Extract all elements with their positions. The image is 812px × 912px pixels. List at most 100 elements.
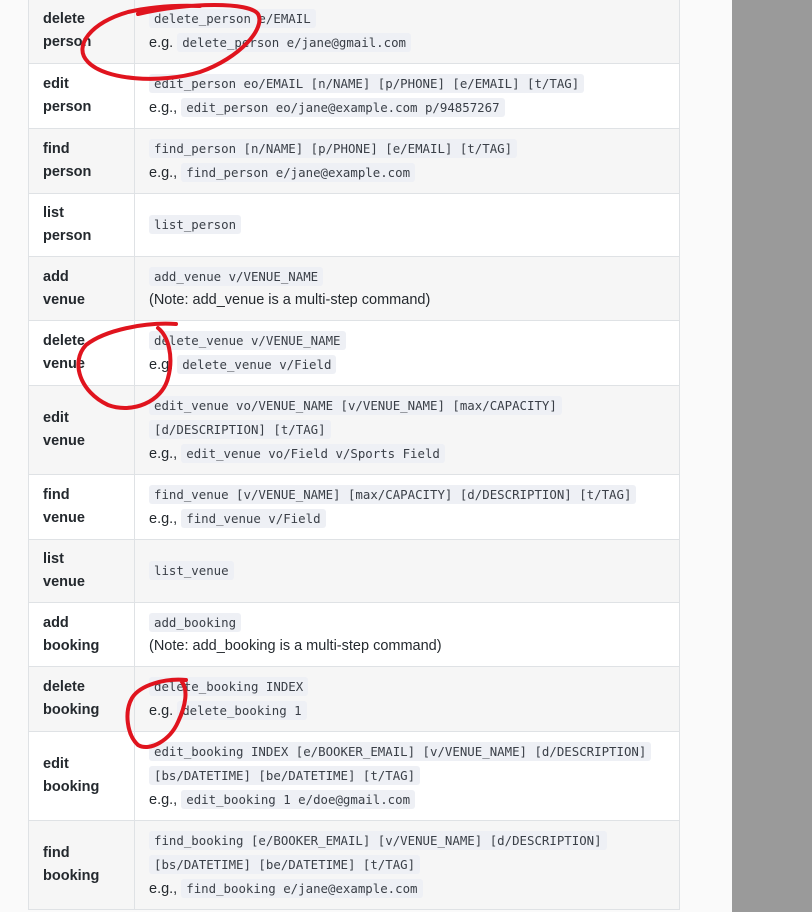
- format-cell: add_booking (Note: add_booking is a multi…: [134, 602, 680, 667]
- action-label: add: [43, 268, 69, 285]
- format-line: edit_person eo/EMAIL [n/NAME] [p/PHONE] …: [149, 72, 669, 96]
- action-cell: delete venue: [28, 320, 135, 386]
- format-cell: edit_booking INDEX [e/BOOKER_EMAIL] [v/V…: [134, 731, 680, 821]
- format-line: find_venue [v/VENUE_NAME] [max/CAPACITY]…: [149, 483, 669, 507]
- example-line: e.g. delete_person e/jane@gmail.com: [149, 31, 669, 55]
- table-row: delete booking delete_booking INDEX e.g. de…: [28, 666, 680, 732]
- action-cell: list person: [28, 193, 135, 257]
- command-format-code: edit_person eo/EMAIL [n/NAME] [p/PHONE] …: [149, 74, 585, 93]
- format-cell: list_venue: [134, 539, 680, 603]
- action-label: booking: [43, 702, 100, 718]
- table-row: list venue list_venue: [28, 539, 680, 603]
- command-format-code: find_person [n/NAME] [p/PHONE] [e/EMAIL]…: [149, 139, 518, 158]
- format-line: [d/DESCRIPTION] [t/TAG]: [149, 418, 669, 442]
- command-format-code: add_booking: [149, 613, 242, 632]
- format-line: edit_booking INDEX [e/BOOKER_EMAIL] [v/V…: [149, 740, 669, 764]
- command-format-code: find_booking [e/BOOKER_EMAIL] [v/VENUE_N…: [149, 831, 607, 850]
- command-format-code: find_venue [v/VENUE_NAME] [max/CAPACITY]…: [149, 485, 637, 504]
- table-row: list person list_person: [28, 193, 680, 257]
- format-line: list_venue: [149, 559, 669, 583]
- action-cell: delete person: [28, 0, 135, 64]
- action-label: add: [43, 614, 69, 631]
- table-row: add venue add_venue v/VENUE_NAME (Note: add…: [28, 256, 680, 321]
- format-line: [bs/DATETIME] [be/DATETIME] [t/TAG]: [149, 764, 669, 788]
- action-label: person: [43, 228, 92, 244]
- table-row: delete venue delete_venue v/VENUE_NAME e.g.…: [28, 320, 680, 386]
- command-format-code: edit_venue vo/VENUE_NAME [v/VENUE_NAME] …: [149, 396, 562, 415]
- action-label: booking: [43, 868, 100, 884]
- action-label: list: [43, 205, 64, 221]
- format-line: [bs/DATETIME] [be/DATETIME] [t/TAG]: [149, 853, 669, 877]
- action-cell: find booking: [28, 820, 135, 910]
- scroll-gutter: [732, 0, 812, 912]
- command-format-code: list_person: [149, 215, 242, 234]
- table-row: add booking add_booking (Note: add_booking …: [28, 602, 680, 667]
- example-line: e.g., edit_booking 1 e/doe@gmail.com: [149, 788, 669, 812]
- command-format-code: [d/DESCRIPTION] [t/TAG]: [149, 420, 331, 439]
- example-code: find_venue v/Field: [181, 509, 326, 528]
- action-cell: delete booking: [28, 666, 135, 732]
- action-label: venue: [43, 356, 85, 372]
- format-line: delete_person e/EMAIL: [149, 7, 669, 31]
- format-line: delete_venue v/VENUE_NAME: [149, 329, 669, 353]
- action-cell: find venue: [28, 474, 135, 540]
- action-label: delete: [43, 333, 85, 349]
- format-cell: add_venue v/VENUE_NAME (Note: add_venue i…: [134, 256, 680, 321]
- table-row: find venue find_venue [v/VENUE_NAME] [max/…: [28, 474, 680, 540]
- example-code: delete_venue v/Field: [177, 355, 337, 374]
- action-label: venue: [43, 291, 85, 308]
- action-label: venue: [43, 510, 85, 526]
- example-prefix: e.g.: [149, 357, 174, 373]
- example-code: edit_booking 1 e/doe@gmail.com: [181, 790, 416, 809]
- command-format-code: delete_person e/EMAIL: [149, 9, 316, 28]
- command-format-code: [bs/DATETIME] [be/DATETIME] [t/TAG]: [149, 766, 421, 785]
- format-line: add_venue v/VENUE_NAME: [149, 265, 669, 289]
- action-label: edit: [43, 410, 69, 426]
- format-cell: edit_person eo/EMAIL [n/NAME] [p/PHONE] …: [134, 63, 680, 129]
- example-code: find_booking e/jane@example.com: [181, 879, 423, 898]
- table-row: find booking find_booking [e/BOOKER_EMAIL]…: [28, 820, 680, 910]
- example-line: e.g., edit_venue vo/Field v/Sports Field: [149, 442, 669, 466]
- command-format-code: [bs/DATETIME] [be/DATETIME] [t/TAG]: [149, 855, 421, 874]
- command-note: (Note: add_venue is a multi-step command…: [149, 292, 431, 308]
- format-cell: delete_person e/EMAIL e.g. delete_person …: [134, 0, 680, 64]
- command-format-code: delete_venue v/VENUE_NAME: [149, 331, 346, 350]
- format-line: find_booking [e/BOOKER_EMAIL] [v/VENUE_N…: [149, 829, 669, 853]
- format-line: edit_venue vo/VENUE_NAME [v/VENUE_NAME] …: [149, 394, 669, 418]
- example-prefix: e.g.,: [149, 511, 178, 527]
- action-cell: edit booking: [28, 731, 135, 821]
- command-format-code: add_venue v/VENUE_NAME: [149, 267, 324, 286]
- action-label: person: [43, 164, 92, 180]
- example-line: e.g. delete_venue v/Field: [149, 353, 669, 377]
- action-label: delete: [43, 11, 85, 27]
- example-line: e.g., find_booking e/jane@example.com: [149, 877, 669, 901]
- format-line: list_person: [149, 213, 669, 237]
- example-prefix: e.g.: [149, 35, 174, 51]
- action-cell: edit person: [28, 63, 135, 129]
- example-code: edit_venue vo/Field v/Sports Field: [181, 444, 445, 463]
- example-code: delete_person e/jane@gmail.com: [177, 33, 412, 52]
- table-row: edit person edit_person eo/EMAIL [n/NAME] …: [28, 63, 680, 129]
- example-line: e.g., edit_person eo/jane@example.com p/…: [149, 96, 669, 120]
- action-label: find: [43, 141, 70, 157]
- table-row: edit venue edit_venue vo/VENUE_NAME [v/VEN…: [28, 385, 680, 475]
- table-row: edit booking edit_booking INDEX [e/BOOKER_…: [28, 731, 680, 821]
- example-prefix: e.g.,: [149, 165, 178, 181]
- example-code: find_person e/jane@example.com: [181, 163, 416, 182]
- action-cell: add booking: [28, 602, 135, 667]
- command-table-body: delete person delete_person e/EMAIL e.g. de…: [28, 0, 680, 910]
- command-format-code: delete_booking INDEX: [149, 677, 309, 696]
- example-line: e.g., find_venue v/Field: [149, 507, 669, 531]
- example-prefix: e.g.,: [149, 881, 178, 897]
- action-label: venue: [43, 433, 85, 449]
- action-cell: add venue: [28, 256, 135, 321]
- action-label: booking: [43, 637, 100, 654]
- example-prefix: e.g.: [149, 703, 174, 719]
- example-prefix: e.g.,: [149, 100, 178, 116]
- example-code: delete_booking 1: [177, 701, 307, 720]
- action-label: booking: [43, 779, 100, 795]
- example-line: e.g. delete_booking 1: [149, 699, 669, 723]
- action-label: person: [43, 34, 92, 50]
- action-label: list: [43, 551, 64, 567]
- action-label: find: [43, 487, 70, 503]
